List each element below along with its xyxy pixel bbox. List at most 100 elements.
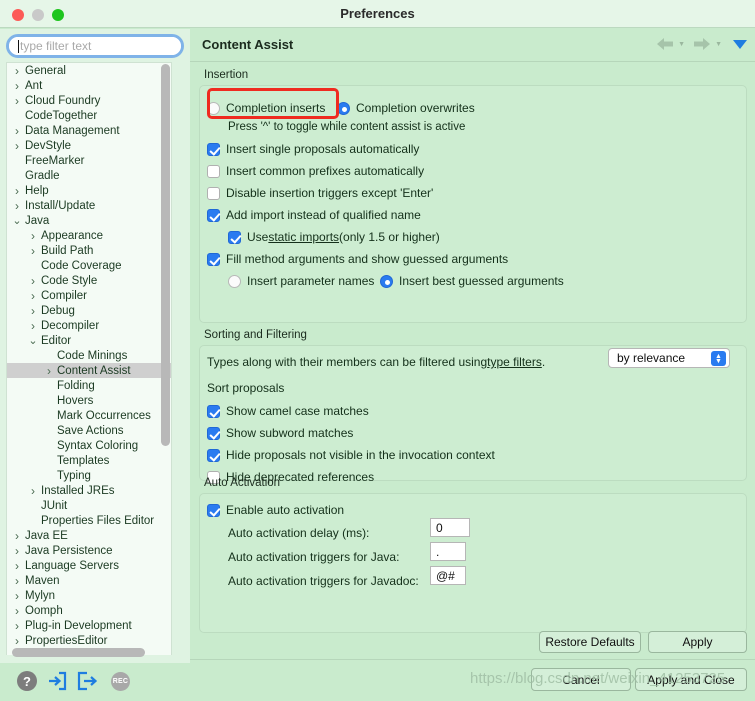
close-button[interactable] (12, 9, 24, 21)
chevron-right-icon[interactable]: › (11, 79, 23, 93)
checkbox-insert-common-prefixes[interactable]: Insert common prefixes automatically (207, 164, 424, 178)
chevron-right-icon[interactable]: › (11, 634, 23, 648)
preferences-tree[interactable]: ›General›Ant›Cloud Foundry›CodeTogether›… (6, 62, 172, 657)
checkbox-add-import[interactable]: Add import instead of qualified name (207, 208, 421, 222)
sidebar-item-hovers[interactable]: ›Hovers (7, 393, 171, 408)
chevron-right-icon[interactable]: › (27, 319, 39, 333)
chevron-right-icon[interactable]: › (11, 529, 23, 543)
filter-field-wrapper[interactable]: type filter text (6, 34, 184, 58)
sidebar-item-help[interactable]: › Help (7, 183, 171, 198)
minimize-button[interactable] (32, 9, 44, 21)
chevron-right-icon[interactable]: › (27, 289, 39, 303)
sidebar-item-decompiler[interactable]: › Decompiler (7, 318, 171, 333)
chevron-right-icon[interactable]: › (27, 274, 39, 288)
chevron-right-icon[interactable]: › (11, 604, 23, 618)
chevron-down-icon[interactable] (733, 39, 747, 49)
checkbox-add-import-indicator[interactable] (207, 208, 220, 222)
auto-activation-delay-input[interactable]: 0 (430, 518, 470, 537)
sidebar-item-propertieseditor[interactable]: › PropertiesEditor (7, 633, 171, 648)
sidebar-item-ant[interactable]: › Ant (7, 78, 171, 93)
search-input[interactable]: type filter text (9, 37, 181, 55)
radio-completion-overwrites[interactable]: Completion overwrites (337, 101, 475, 115)
select-stepper-icon[interactable]: ▲ ▼ (711, 351, 726, 366)
chevron-right-icon[interactable]: › (27, 304, 39, 318)
checkbox-enable-auto-activation[interactable]: Enable auto activation (207, 503, 344, 517)
back-dropdown-caret-icon[interactable]: ▼ (678, 41, 685, 48)
checkbox-show-camel-case-matches[interactable]: Show camel case matches (207, 404, 369, 418)
sidebar-item-install-update[interactable]: › Install/Update (7, 198, 171, 213)
checkbox-fill-method-arguments[interactable]: Fill method arguments and show guessed a… (207, 252, 508, 266)
import-icon[interactable] (47, 671, 67, 691)
radio-completion-overwrites-indicator[interactable] (337, 101, 350, 115)
sidebar-item-junit[interactable]: ›JUnit (7, 498, 171, 513)
checkbox-insert-single-proposals[interactable]: Insert single proposals automatically (207, 142, 419, 156)
chevron-right-icon[interactable]: › (11, 544, 23, 558)
sidebar-item-language-servers[interactable]: › Language Servers (7, 558, 171, 573)
type-filters-link[interactable]: type filters (487, 355, 542, 369)
radio-completion-inserts[interactable]: Completion inserts (207, 101, 325, 115)
sidebar-item-appearance[interactable]: › Appearance (7, 228, 171, 243)
sidebar-item-content-assist[interactable]: › Content Assist (7, 363, 171, 378)
chevron-right-icon[interactable]: › (11, 94, 23, 108)
checkbox-enable-auto-activation-indicator[interactable] (207, 503, 220, 517)
sidebar-item-folding[interactable]: ›Folding (7, 378, 171, 393)
forward-dropdown-caret-icon[interactable]: ▼ (715, 41, 722, 48)
chevron-right-icon[interactable]: › (27, 484, 39, 498)
sidebar-item-mark-occurrences[interactable]: ›Mark Occurrences (7, 408, 171, 423)
export-icon[interactable] (77, 671, 97, 691)
apply-and-close-button[interactable]: Apply and Close (635, 668, 747, 691)
sidebar-item-plug-in-development[interactable]: › Plug-in Development (7, 618, 171, 633)
checkbox-hide-proposals-not-visible[interactable]: Hide proposals not visible in the invoca… (207, 448, 495, 462)
sidebar-item-java[interactable]: ⌄ Java (7, 213, 171, 228)
checkbox-show-subword-matches[interactable]: Show subword matches (207, 426, 353, 440)
chevron-right-icon[interactable]: › (11, 124, 23, 138)
checkbox-use-static-imports[interactable]: Use static imports (only 1.5 or higher) (228, 230, 440, 244)
radio-insert-parameter-names[interactable]: Insert parameter names (228, 274, 374, 288)
checkbox-hide-proposals-not-visible-indicator[interactable] (207, 448, 220, 462)
sidebar-item-gradle[interactable]: ›Gradle (7, 168, 171, 183)
restore-defaults-button[interactable]: Restore Defaults (539, 631, 641, 653)
chevron-right-icon[interactable]: › (11, 619, 23, 633)
sidebar-item-compiler[interactable]: › Compiler (7, 288, 171, 303)
sidebar-item-cloud-foundry[interactable]: › Cloud Foundry (7, 93, 171, 108)
chevron-right-icon[interactable]: › (11, 64, 23, 78)
checkbox-show-subword-matches-indicator[interactable] (207, 426, 220, 440)
sidebar-horizontal-scrollbar[interactable] (12, 648, 167, 657)
forward-arrow-icon[interactable] (692, 36, 712, 52)
zoom-button[interactable] (52, 9, 64, 21)
auto-activation-javadoc-triggers-input[interactable]: @# (430, 566, 466, 585)
sidebar-item-codetogether[interactable]: ›CodeTogether (7, 108, 171, 123)
sidebar-item-java-ee[interactable]: › Java EE (7, 528, 171, 543)
record-icon[interactable]: REC (111, 672, 130, 691)
checkbox-show-camel-case-matches-indicator[interactable] (207, 404, 220, 418)
sidebar-item-installed-jres[interactable]: › Installed JREs (7, 483, 171, 498)
chevron-right-icon[interactable]: › (11, 574, 23, 588)
chevron-right-icon[interactable]: › (43, 364, 55, 378)
chevron-right-icon[interactable]: › (11, 184, 23, 198)
sidebar-item-save-actions[interactable]: ›Save Actions (7, 423, 171, 438)
sidebar-item-templates[interactable]: ›Templates (7, 453, 171, 468)
sidebar-item-build-path[interactable]: › Build Path (7, 243, 171, 258)
checkbox-disable-insertion-triggers-indicator[interactable] (207, 186, 220, 200)
apply-button[interactable]: Apply (648, 631, 747, 653)
checkbox-insert-common-prefixes-indicator[interactable] (207, 164, 220, 178)
radio-insert-best-guessed-arguments-indicator[interactable] (380, 274, 393, 288)
sidebar-item-debug[interactable]: › Debug (7, 303, 171, 318)
sort-proposals-select[interactable]: by relevance ▲ ▼ (608, 348, 730, 368)
sidebar-item-properties-files-editor[interactable]: ›Properties Files Editor (7, 513, 171, 528)
sidebar-item-code-minings[interactable]: ›Code Minings (7, 348, 171, 363)
sidebar-item-mylyn[interactable]: › Mylyn (7, 588, 171, 603)
chevron-right-icon[interactable]: › (11, 559, 23, 573)
checkbox-insert-single-proposals-indicator[interactable] (207, 142, 220, 156)
sidebar-item-freemarker[interactable]: ›FreeMarker (7, 153, 171, 168)
chevron-right-icon[interactable]: › (11, 199, 23, 213)
sidebar-item-syntax-coloring[interactable]: ›Syntax Coloring (7, 438, 171, 453)
help-icon[interactable]: ? (17, 671, 37, 691)
static-imports-link[interactable]: static imports (268, 230, 339, 244)
auto-activation-java-triggers-input[interactable]: . (430, 542, 466, 561)
checkbox-fill-method-arguments-indicator[interactable] (207, 252, 220, 266)
sidebar-vertical-scroll-thumb[interactable] (161, 64, 170, 446)
page-nav-controls[interactable]: ▼ ▼ (655, 36, 747, 52)
window-controls[interactable] (12, 9, 64, 21)
sidebar-item-typing[interactable]: ›Typing (7, 468, 171, 483)
